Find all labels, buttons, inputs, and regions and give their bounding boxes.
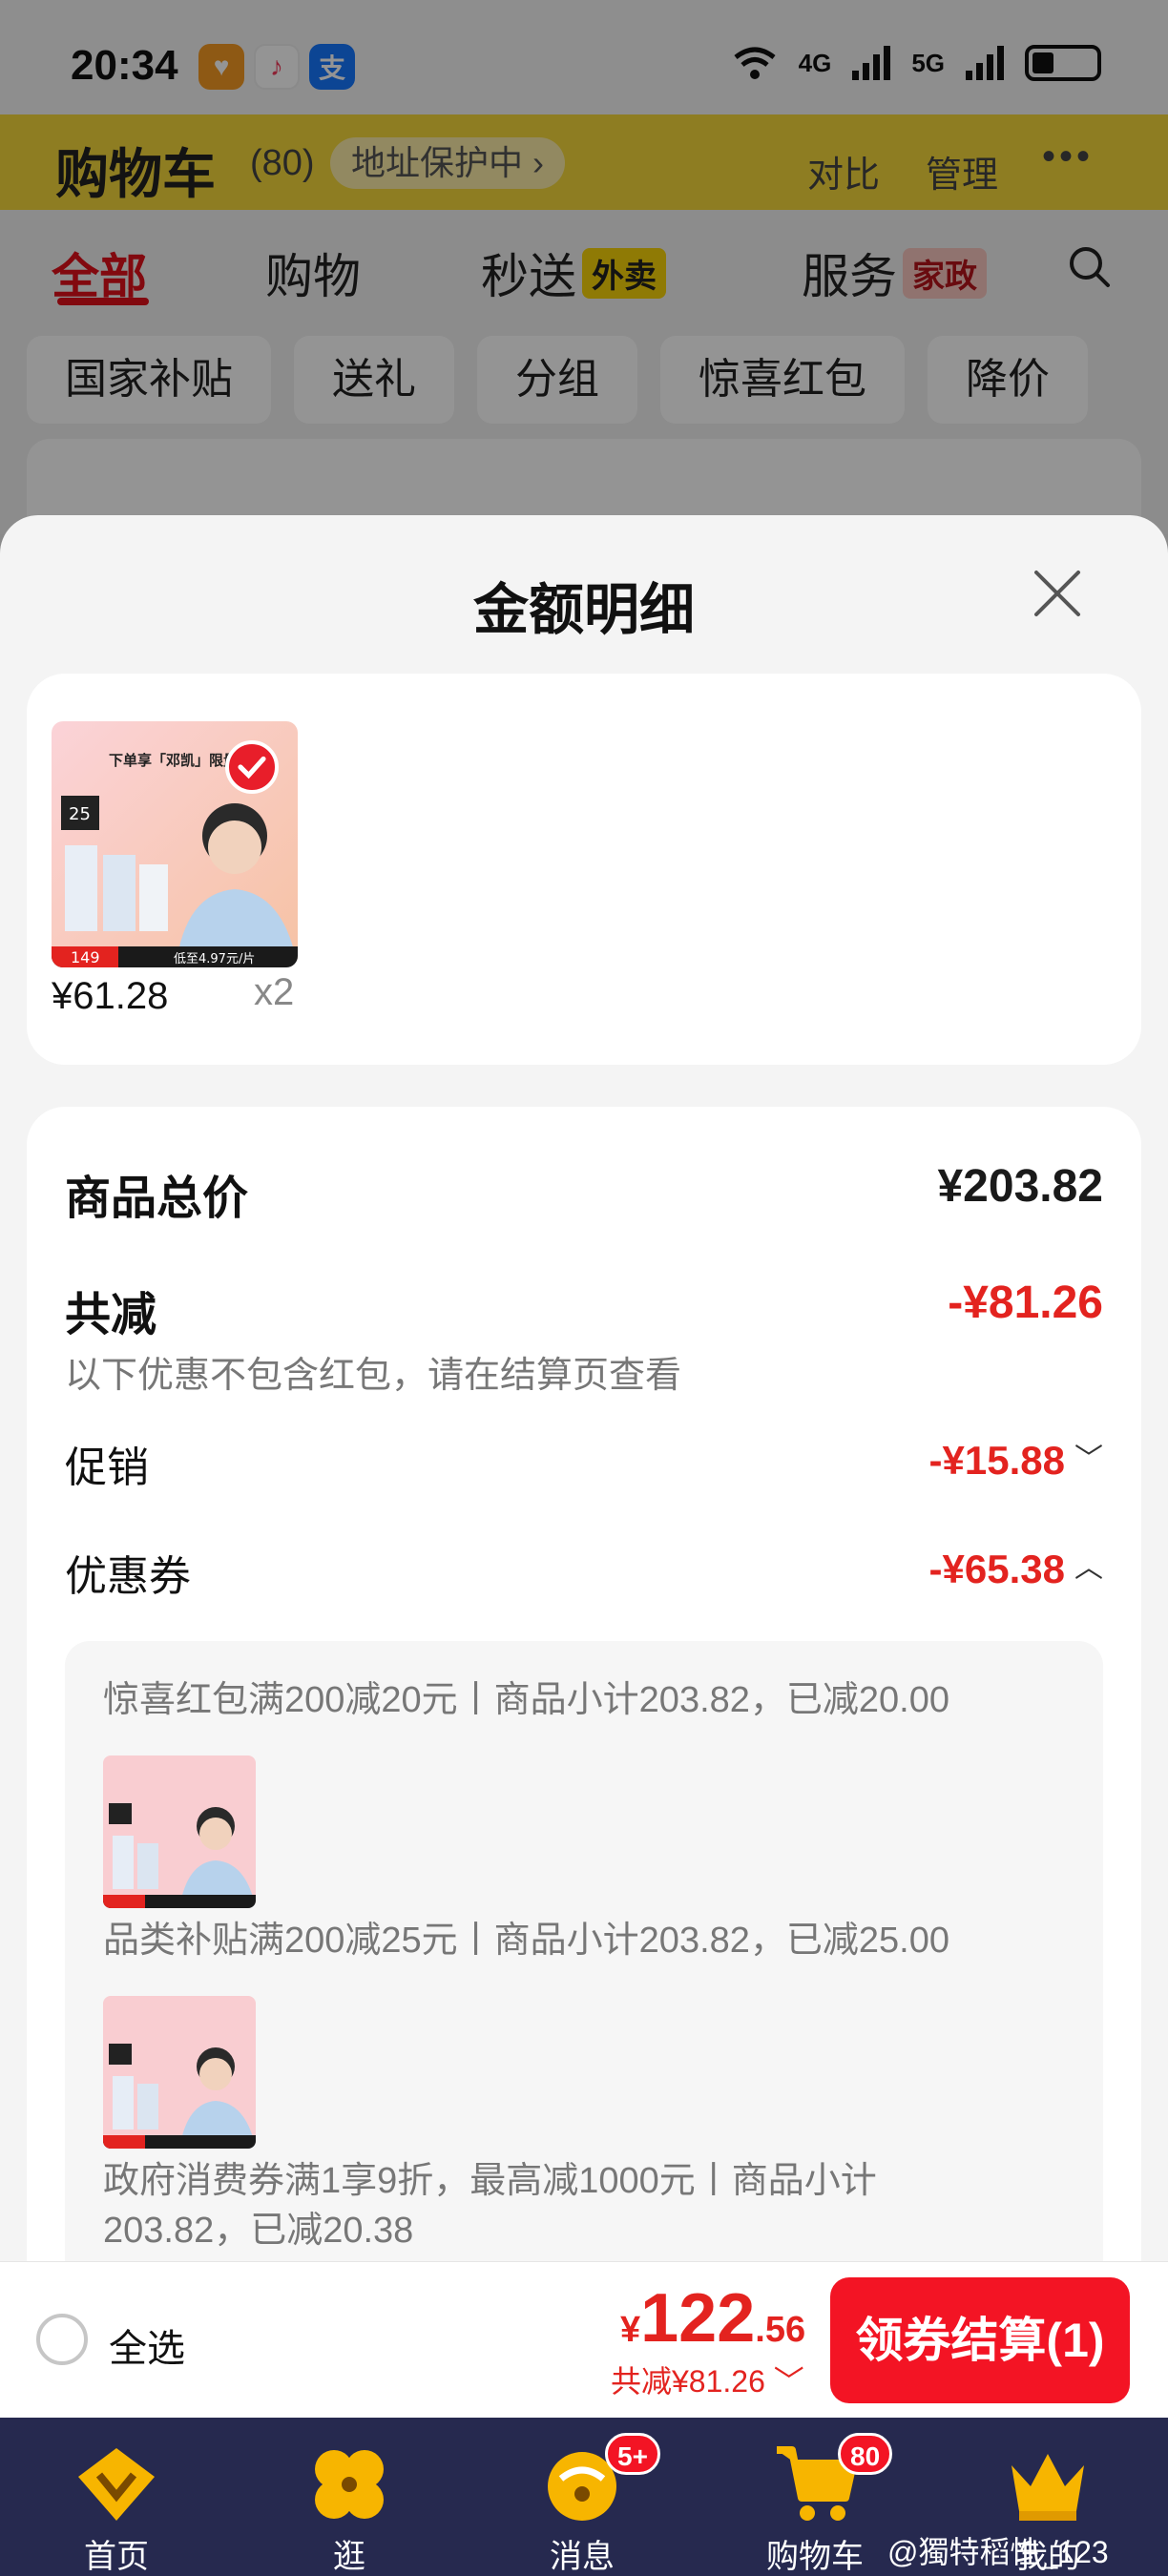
select-all-label[interactable]: 全选 — [109, 2317, 185, 2373]
saved-amount-toggle[interactable]: 共减¥81.26 ﹀ — [611, 2358, 804, 2401]
select-all-radio[interactable] — [36, 2314, 88, 2365]
product-image-badge: 25 — [69, 804, 91, 824]
nav-label-messages: 消息 — [550, 2539, 615, 2575]
total-price: ¥122.56 — [620, 2279, 805, 2358]
coupon-detail-list: 惊喜红包满200减20元丨商品小计203.82，已减20.00 品类补贴满200… — [65, 1641, 1103, 2261]
nav-label-browse: 逛 — [333, 2539, 365, 2575]
product-image-price: 149 — [71, 948, 100, 966]
home-icon — [78, 2448, 155, 2521]
coupon-item-redpacket: 惊喜红包满200减20元丨商品小计203.82，已减20.00 — [103, 1680, 949, 1720]
nav-item-home[interactable]: 首页 — [21, 2418, 212, 2576]
nav-item-browse[interactable]: 逛 — [254, 2418, 445, 2576]
discount-label: 共减 — [65, 1290, 157, 1340]
amount-detail-sheet: 金额明细 下单享「邓凯」限量周边 25 149 低至4.97元/片 ¥61.28… — [0, 515, 1168, 2261]
item-quantity: x2 — [254, 971, 295, 1013]
sheet-title: 金额明细 — [472, 579, 695, 641]
item-price: ¥61.28 — [52, 975, 169, 1017]
watermark-text: @獨特稻性_123 — [887, 2535, 1109, 2569]
nav-item-messages[interactable]: 5+ 消息 — [487, 2418, 678, 2576]
selected-items-card: 下单享「邓凯」限量周边 25 149 低至4.97元/片 ¥61.28 x2 — [27, 674, 1141, 1065]
coupon-row-toggle[interactable]: -¥65.38 ︿ — [929, 1544, 1103, 1592]
checkout-button[interactable]: 领券结算(1) — [830, 2277, 1130, 2403]
coupon-label: 优惠券 — [65, 1553, 191, 1600]
promotion-label: 促销 — [65, 1444, 149, 1491]
coupon-item-category-subsidy: 品类补贴满200减25元丨商品小计203.82，已减25.00 — [103, 1921, 949, 1961]
messages-badge: 5+ — [605, 2433, 660, 2475]
check-icon[interactable] — [225, 740, 279, 794]
chevron-up-icon: ︿ — [1074, 1552, 1103, 1584]
product-image — [103, 1755, 256, 1908]
total-decimal: .56 — [755, 2310, 806, 2350]
coupon-value: -¥65.38 — [928, 1547, 1065, 1591]
browse-icon — [315, 2450, 384, 2519]
product-image — [103, 1996, 256, 2149]
close-icon[interactable] — [1029, 565, 1086, 622]
promotion-value: -¥15.88 — [928, 1438, 1065, 1483]
saved-amount: 共减¥81.26 — [611, 2364, 765, 2399]
chevron-down-icon: ﹀ — [1074, 1444, 1103, 1475]
coupon-product-thumbnail — [103, 1996, 256, 2149]
coupon-item-gov-voucher: 政府消费券满1享9折，最高减1000元丨商品小计203.82，已减20.38 — [103, 2161, 877, 2251]
chevron-down-icon: ﹀ — [773, 2364, 804, 2399]
currency-symbol: ¥ — [620, 2310, 641, 2350]
price-breakdown-card: 商品总价 ¥203.82 共减 -¥81.26 以下优惠不包含红包，请在结算页查… — [27, 1107, 1141, 2261]
nav-item-cart[interactable]: 80 购物车 — [720, 2418, 910, 2576]
checkout-bar: 全选 ¥122.56 共减¥81.26 ﹀ 领券结算(1) — [0, 2261, 1168, 2418]
total-integer: 122 — [640, 2280, 756, 2357]
total-price-value: ¥203.82 — [937, 1161, 1103, 1212]
coupon-product-thumbnail — [103, 1755, 256, 1908]
profile-icon — [1012, 2454, 1084, 2521]
promotion-row-toggle[interactable]: -¥15.88 ﹀ — [929, 1435, 1103, 1484]
discount-note: 以下优惠不包含红包，请在结算页查看 — [65, 1356, 682, 1396]
total-price-label: 商品总价 — [65, 1174, 249, 1224]
discount-value: -¥81.26 — [948, 1278, 1103, 1328]
nav-label-home: 首页 — [84, 2539, 149, 2575]
cart-badge: 80 — [838, 2433, 893, 2475]
nav-label-cart: 购物车 — [766, 2539, 864, 2575]
product-image-footer: 低至4.97元/片 — [174, 952, 255, 966]
modal-overlay[interactable] — [0, 0, 1168, 534]
